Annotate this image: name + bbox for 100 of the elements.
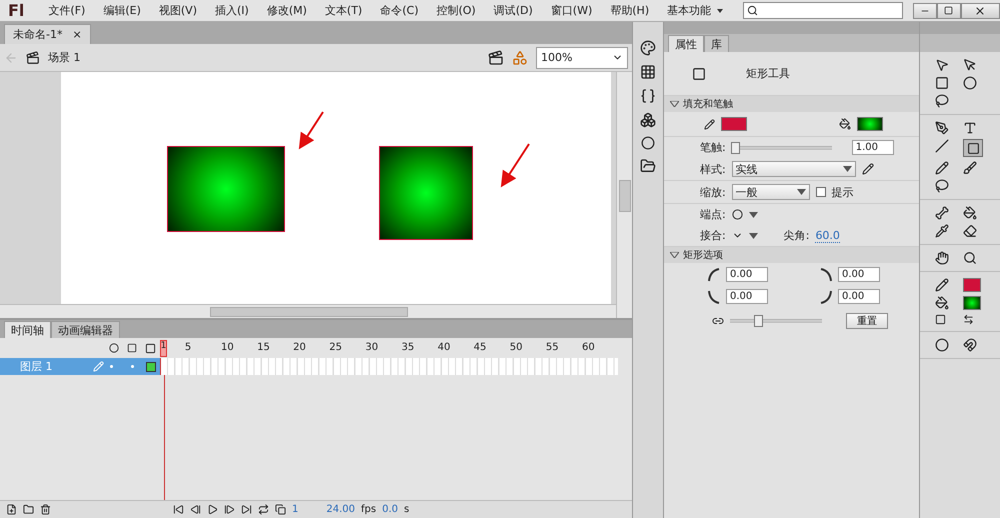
- lasso-icon[interactable]: [935, 94, 949, 108]
- bucket-icon[interactable]: [935, 296, 949, 310]
- visibility-dot[interactable]: [110, 365, 113, 368]
- corner-input[interactable]: 0.00: [726, 267, 768, 282]
- folder-icon[interactable]: [640, 158, 656, 174]
- grid-icon[interactable]: [640, 64, 656, 80]
- menu-item[interactable]: 文本(T): [318, 3, 368, 18]
- checkbox[interactable]: [816, 187, 826, 197]
- link-icon[interactable]: [712, 315, 724, 327]
- caret-icon[interactable]: [748, 232, 758, 238]
- field-label: 缩放:: [700, 184, 726, 200]
- clapperboard-icon[interactable]: [26, 50, 40, 64]
- corner-input[interactable]: 0.00: [838, 289, 880, 304]
- caret-icon[interactable]: [796, 189, 806, 195]
- reset-button[interactable]: 重置: [846, 313, 888, 329]
- slider-thumb[interactable]: [730, 142, 740, 154]
- menu-item[interactable]: 调试(D): [488, 3, 539, 18]
- workspace-switcher[interactable]: 基本功能: [661, 3, 730, 18]
- hand-icon[interactable]: [935, 251, 949, 265]
- corner-input[interactable]: 0.00: [838, 267, 880, 282]
- corner-icon: [820, 290, 832, 304]
- stroke-color[interactable]: [963, 278, 981, 292]
- step-forward-icon[interactable]: [224, 504, 235, 515]
- bucket-icon[interactable]: [963, 206, 977, 220]
- menu-item[interactable]: 帮助(H): [604, 3, 656, 18]
- panel-tab[interactable]: 库: [704, 35, 729, 52]
- menu-item[interactable]: 文件(F): [42, 3, 92, 18]
- miter-value[interactable]: 60.0: [815, 228, 840, 242]
- play-icon[interactable]: [207, 504, 218, 515]
- menu-item[interactable]: 编辑(E): [97, 3, 147, 18]
- panel-tab[interactable]: 属性: [668, 35, 704, 52]
- pencil-icon[interactable]: [862, 163, 874, 175]
- loop-icon[interactable]: [258, 504, 269, 515]
- bone-icon[interactable]: [935, 206, 949, 220]
- close-button[interactable]: [960, 2, 1000, 18]
- section-header[interactable]: 填充和笔触: [664, 96, 919, 112]
- code-icon[interactable]: [640, 88, 656, 104]
- menu-item[interactable]: 插入(I): [209, 3, 255, 18]
- document-tab[interactable]: 未命名-1* ×: [4, 24, 91, 44]
- text-icon[interactable]: [963, 121, 977, 135]
- shapes-icon[interactable]: [512, 50, 528, 66]
- first-frame-icon[interactable]: [173, 504, 184, 515]
- stroke-color[interactable]: [721, 117, 747, 131]
- bucket-icon[interactable]: [839, 118, 851, 130]
- scale-select[interactable]: 一般: [732, 184, 810, 200]
- onion-skin-icon[interactable]: [275, 504, 286, 515]
- pencil-icon[interactable]: [704, 118, 715, 130]
- eyedropper-icon[interactable]: [935, 224, 949, 238]
- menu-item[interactable]: 命令(C): [374, 3, 424, 18]
- outline-icon[interactable]: [145, 342, 156, 354]
- pencil-icon[interactable]: [935, 278, 949, 292]
- swap-icon[interactable]: [963, 314, 974, 325]
- corner-input[interactable]: 0.00: [726, 289, 768, 304]
- fill-color[interactable]: [857, 117, 883, 131]
- menu-item[interactable]: 视图(V): [152, 3, 203, 18]
- magnet-icon[interactable]: [963, 338, 977, 352]
- outline-color-swatch[interactable]: [146, 362, 156, 372]
- section-header[interactable]: 矩形选项: [664, 247, 919, 263]
- clapperboard-icon[interactable]: [488, 50, 504, 66]
- search-field[interactable]: [743, 2, 904, 19]
- search-icon: [747, 5, 758, 16]
- pen-icon[interactable]: [935, 121, 949, 135]
- scrollbar-thumb[interactable]: [210, 306, 408, 316]
- field-label: 尖角:: [784, 228, 810, 243]
- menu-item[interactable]: 修改(M): [260, 3, 313, 18]
- stroke-input[interactable]: 1.00: [852, 140, 894, 155]
- scrollbar-thumb[interactable]: [618, 180, 630, 212]
- brush-icon[interactable]: [963, 161, 977, 175]
- delete-icon[interactable]: [40, 504, 51, 515]
- playhead[interactable]: 1: [160, 340, 167, 357]
- close-icon[interactable]: ×: [72, 28, 82, 41]
- eraser-icon[interactable]: [963, 224, 977, 238]
- style-select[interactable]: 实线: [732, 161, 856, 177]
- cap-icon[interactable]: [732, 209, 743, 220]
- folder-icon[interactable]: [23, 504, 34, 515]
- boxes-icon[interactable]: [640, 112, 656, 128]
- arrow-icon[interactable]: [935, 58, 949, 72]
- maximize-button[interactable]: [936, 2, 961, 18]
- step-back-icon[interactable]: [190, 504, 201, 515]
- zoom-select[interactable]: 100%: [536, 46, 628, 68]
- pencil-icon[interactable]: [935, 161, 949, 175]
- timeline-tab[interactable]: 时间轴: [4, 321, 51, 338]
- frame-rate: 24.00: [326, 504, 356, 515]
- caret-icon[interactable]: [842, 166, 852, 172]
- fps-unit: fps: [361, 504, 376, 515]
- lock-dot[interactable]: [131, 365, 134, 368]
- zoom-icon[interactable]: [963, 251, 977, 265]
- menu-item[interactable]: 控制(O): [430, 3, 482, 18]
- timeline-tab[interactable]: 动画编辑器: [51, 321, 120, 338]
- fill-color[interactable]: [963, 296, 981, 310]
- slider-thumb[interactable]: [754, 315, 763, 327]
- new-layer-icon[interactable]: [6, 504, 17, 515]
- arrow-icon[interactable]: [963, 58, 977, 72]
- menu-item[interactable]: 窗口(W): [544, 3, 598, 18]
- line-icon[interactable]: [935, 139, 949, 153]
- corner-icon: [708, 290, 720, 304]
- last-frame-icon[interactable]: [241, 504, 252, 515]
- caret-icon[interactable]: [748, 212, 758, 218]
- palette-icon[interactable]: [640, 40, 656, 56]
- rectangle-tool[interactable]: [963, 139, 983, 157]
